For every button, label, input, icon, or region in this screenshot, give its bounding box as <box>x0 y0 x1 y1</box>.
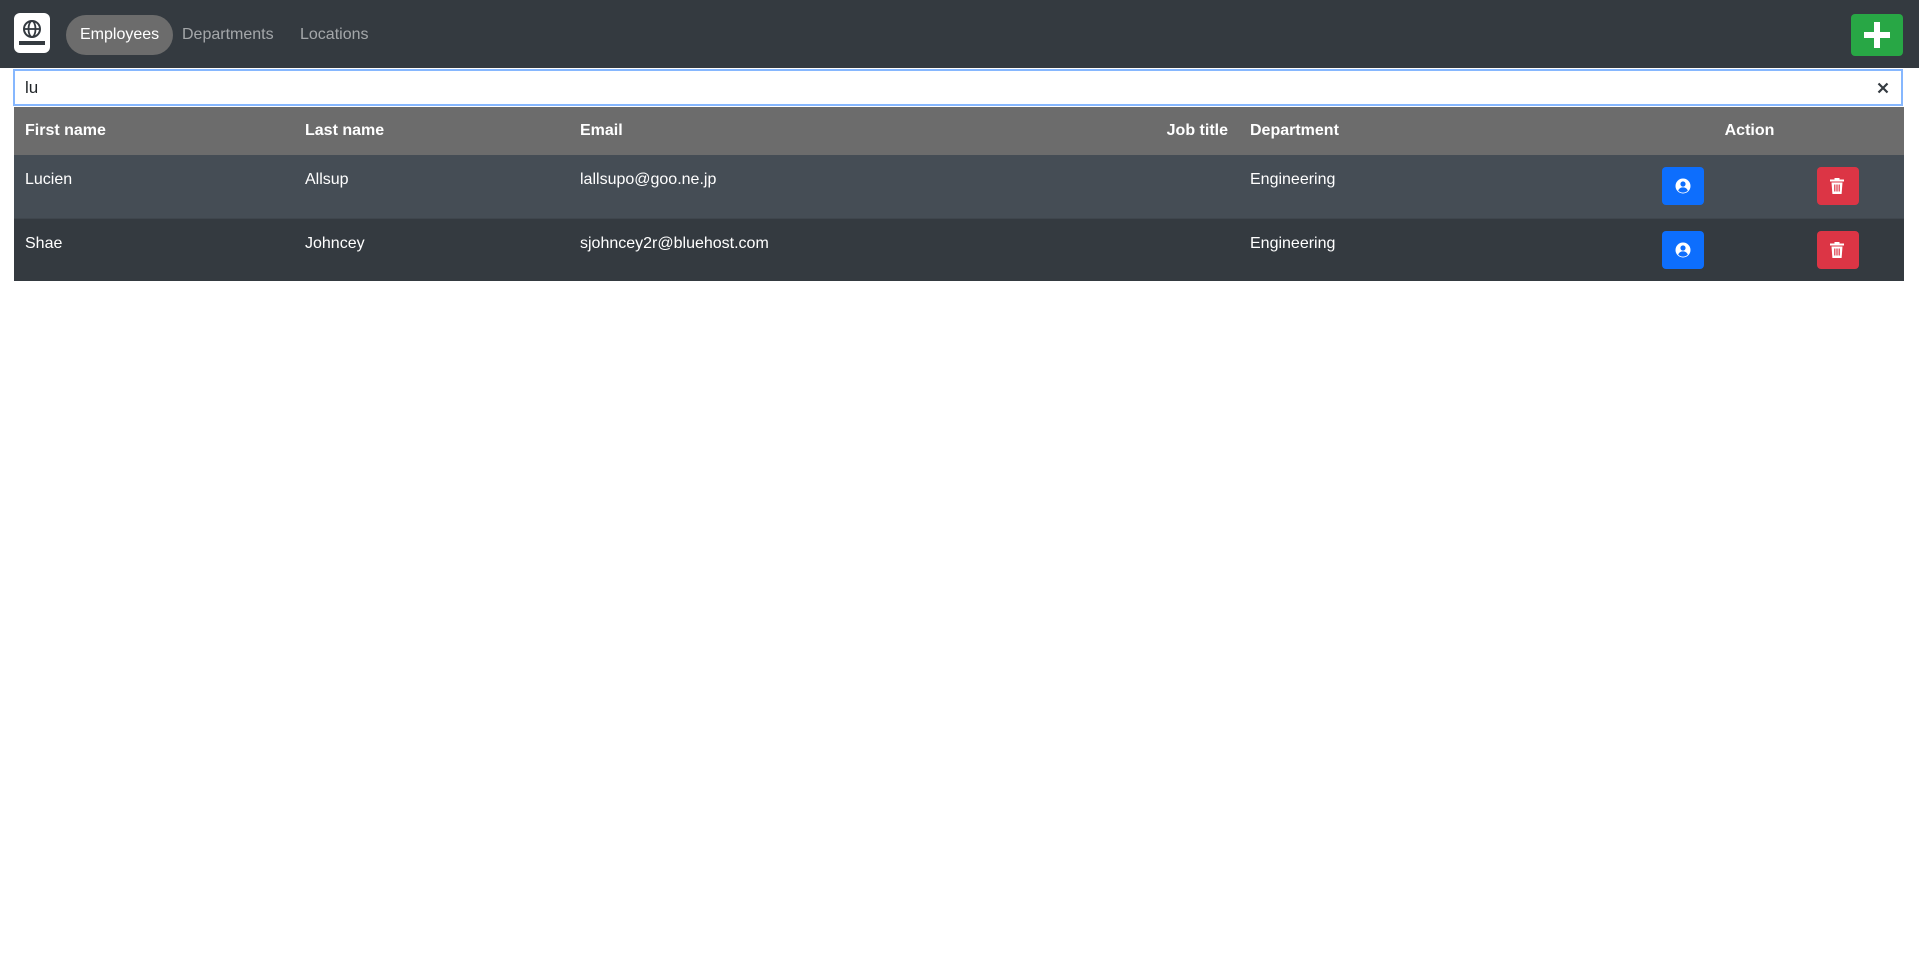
cell-department: Engineering <box>1250 234 1336 252</box>
cell-first-name: Lucien <box>25 171 73 188</box>
tab-departments[interactable]: Departments <box>168 15 288 55</box>
brand-logo[interactable] <box>14 13 50 53</box>
cell-email: lallsupo@goo.ne.jp <box>580 171 717 188</box>
cell-first-name: Shae <box>25 234 63 252</box>
tab-employees[interactable]: Employees <box>66 15 174 55</box>
table-header-row: First name Last name Email Job title Dep… <box>14 107 1904 155</box>
close-icon[interactable] <box>1877 82 1889 94</box>
header-department[interactable]: Department <box>1239 107 1595 155</box>
add-button[interactable] <box>1851 14 1903 56</box>
view-employee-button[interactable] <box>1662 167 1704 205</box>
table-row: Shae Johncey sjohncey2r@bluehost.com Eng… <box>14 218 1904 281</box>
table-row: Lucien Allsup lallsupo@goo.ne.jp Enginee… <box>14 155 1904 218</box>
plus-icon <box>1864 22 1890 48</box>
view-employee-button[interactable] <box>1662 230 1704 269</box>
delete-employee-button[interactable] <box>1816 167 1859 205</box>
header-job-title[interactable]: Job title <box>965 107 1239 155</box>
user-circle-icon <box>1675 242 1691 257</box>
cell-last-name: Allsup <box>305 171 349 188</box>
header-email[interactable]: Email <box>569 107 965 155</box>
trash-icon <box>1829 241 1844 258</box>
search-input[interactable] <box>25 75 1855 100</box>
cell-view <box>1595 155 1771 218</box>
cell-delete <box>1771 155 1904 218</box>
employees-table: First name Last name Email Job title Dep… <box>14 107 1904 281</box>
cell-job-title <box>965 155 1239 218</box>
delete-employee-button[interactable] <box>1816 230 1859 269</box>
cell-department: Engineering <box>1250 171 1336 188</box>
header-last-name[interactable]: Last name <box>294 107 569 155</box>
cell-view <box>1595 218 1771 281</box>
trash-icon <box>1829 178 1844 194</box>
cell-last-name: Johncey <box>305 234 365 252</box>
header-first-name[interactable]: First name <box>14 107 294 155</box>
cell-delete <box>1771 218 1904 281</box>
search-box <box>13 69 1903 106</box>
top-navbar: Employees Departments Locations <box>0 0 1919 68</box>
cell-job-title <box>965 218 1239 281</box>
cell-email: sjohncey2r@bluehost.com <box>580 234 769 252</box>
user-circle-icon <box>1675 178 1691 194</box>
tab-locations[interactable]: Locations <box>286 15 383 55</box>
header-action: Action <box>1724 122 1775 139</box>
globe-book-icon <box>19 20 45 45</box>
